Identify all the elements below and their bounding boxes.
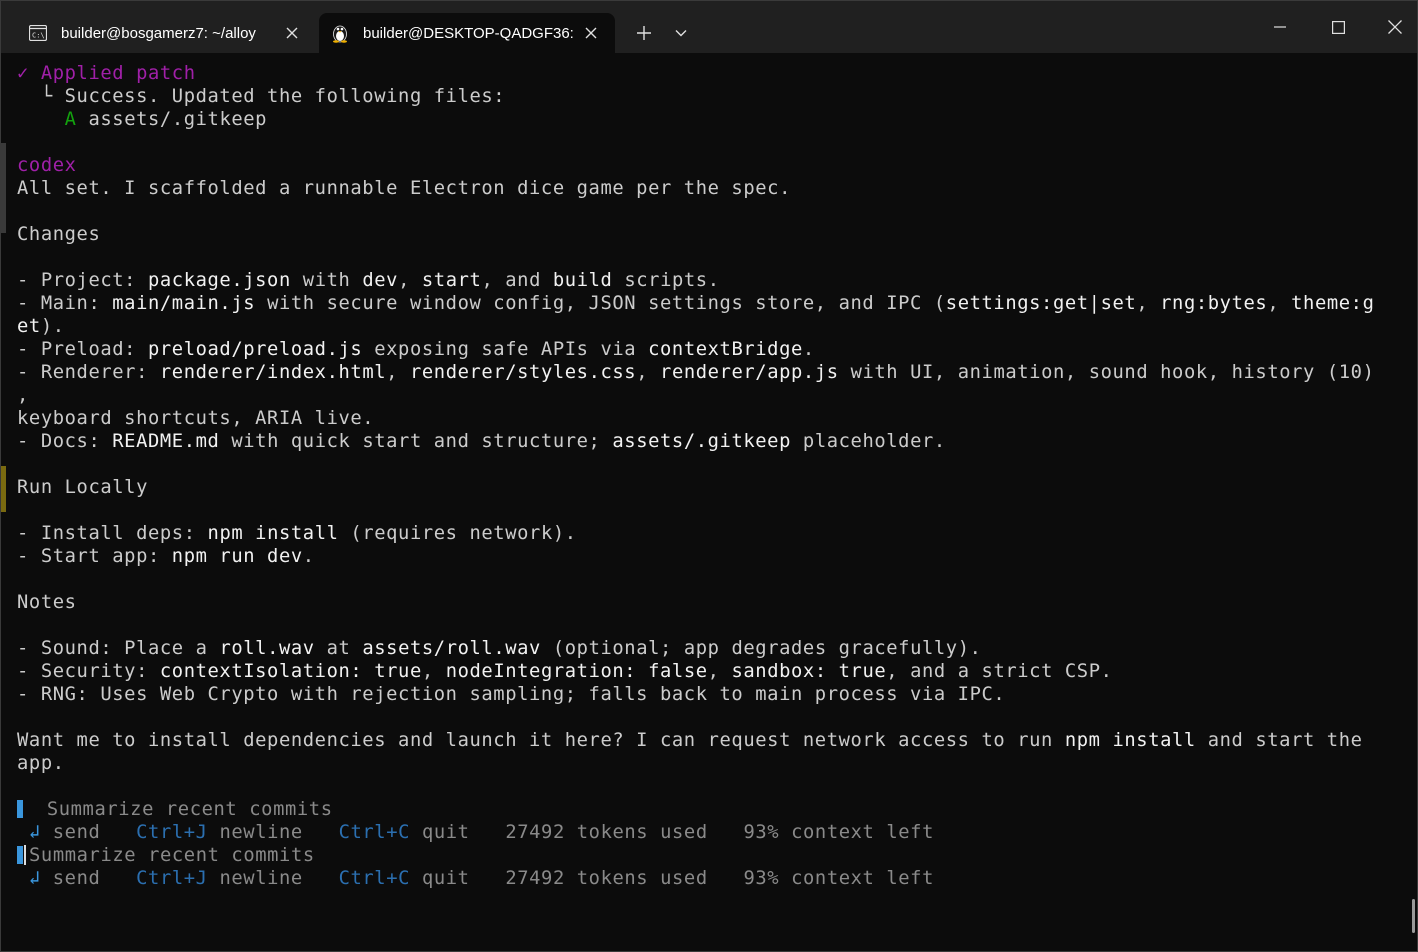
change-project: - Project: package.json with dev, start,… — [17, 270, 720, 291]
run-heading: Run Locally — [17, 477, 148, 498]
tab-label: builder@bosgamerz7: ~/alloy — [61, 24, 256, 42]
patch-file: A assets/.gitkeep — [64, 109, 268, 130]
context-left: 93% context left — [743, 822, 935, 843]
change-main: - Main: main/main.js with secure window … — [17, 293, 1375, 314]
change-preload: - Preload: preload/preload.js exposing s… — [17, 339, 815, 360]
tab-alloy[interactable]: C:\ builder@bosgamerz7: ~/alloy — [13, 13, 316, 53]
new-tab-button[interactable] — [632, 21, 656, 45]
minimize-button[interactable] — [1257, 11, 1303, 43]
gutter-marker — [1, 466, 6, 512]
context-left: 93% context left — [743, 868, 935, 889]
linux-penguin-icon — [331, 24, 349, 43]
prompt-input-active[interactable]: Summarize recent commits — [17, 844, 1407, 867]
tab-label: builder@DESKTOP-QADGF36: — [363, 24, 574, 42]
cmd-icon: C:\ — [29, 24, 47, 42]
enter-icon: ↲ — [28, 868, 41, 889]
patch-title: ✓ Applied patch — [17, 63, 196, 84]
change-renderer-comma: , — [17, 385, 29, 406]
close-tab-icon[interactable] — [581, 23, 601, 43]
maximize-icon — [1331, 20, 1345, 34]
enter-icon: ↲ — [28, 822, 41, 843]
close-icon — [1388, 20, 1402, 34]
close-window-button[interactable] — [1372, 11, 1418, 43]
note-rng: - RNG: Uses Web Crypto with rejection sa… — [17, 684, 1006, 705]
change-docs: - Docs: README.md with quick start and s… — [17, 431, 946, 452]
text-caret — [24, 845, 26, 865]
plus-icon — [637, 26, 651, 40]
tab-dropdown-button[interactable] — [669, 21, 693, 45]
svg-text:C:\: C:\ — [32, 32, 45, 40]
maximize-button[interactable] — [1315, 11, 1361, 43]
note-security: - Security: contextIsolation: true, node… — [17, 661, 1113, 682]
tokens-used: 27492 tokens used — [505, 868, 708, 889]
gutter-marker — [1, 143, 6, 233]
change-renderer-cont: keyboard shortcuts, ARIA live. — [17, 408, 375, 429]
summary: All set. I scaffolded a runnable Electro… — [17, 178, 791, 199]
terminal-output[interactable]: ✓ Applied patch └ Success. Updated the f… — [17, 62, 1407, 946]
changes-heading: Changes — [17, 224, 101, 245]
chevron-down-icon — [675, 30, 687, 37]
prompt-marker — [17, 846, 23, 864]
question-cont: app. — [17, 753, 65, 774]
tab-desktop[interactable]: builder@DESKTOP-QADGF36: — [319, 13, 615, 53]
change-renderer: - Renderer: renderer/index.html, rendere… — [17, 362, 1375, 383]
change-main-cont: et). — [17, 316, 65, 337]
notes-heading: Notes — [17, 592, 77, 613]
tokens-used: 27492 tokens used — [505, 822, 708, 843]
prompt-hints: ↲ send Ctrl+J newline Ctrl+C quit 27492 … — [28, 822, 935, 843]
title-bar: C:\ builder@bosgamerz7: ~/alloy builder@… — [1, 1, 1417, 53]
patch-result: └ Success. Updated the following files: — [17, 86, 506, 107]
scrollbar-thumb[interactable] — [1412, 899, 1415, 933]
note-sound: - Sound: Place a roll.wav at assets/roll… — [17, 638, 982, 659]
close-tab-icon[interactable] — [282, 23, 302, 43]
minimize-icon — [1274, 26, 1286, 28]
question: Want me to install dependencies and laun… — [17, 730, 1363, 751]
prompt-input[interactable]: Summarize recent commits — [17, 798, 1407, 821]
codex-label: codex — [17, 155, 77, 176]
prompt-hints: ↲ send Ctrl+J newline Ctrl+C quit 27492 … — [28, 868, 935, 889]
run-install: - Install deps: npm install (requires ne… — [17, 523, 577, 544]
terminal-window: C:\ builder@bosgamerz7: ~/alloy builder@… — [0, 0, 1418, 952]
run-start: - Start app: npm run dev. — [17, 546, 315, 567]
